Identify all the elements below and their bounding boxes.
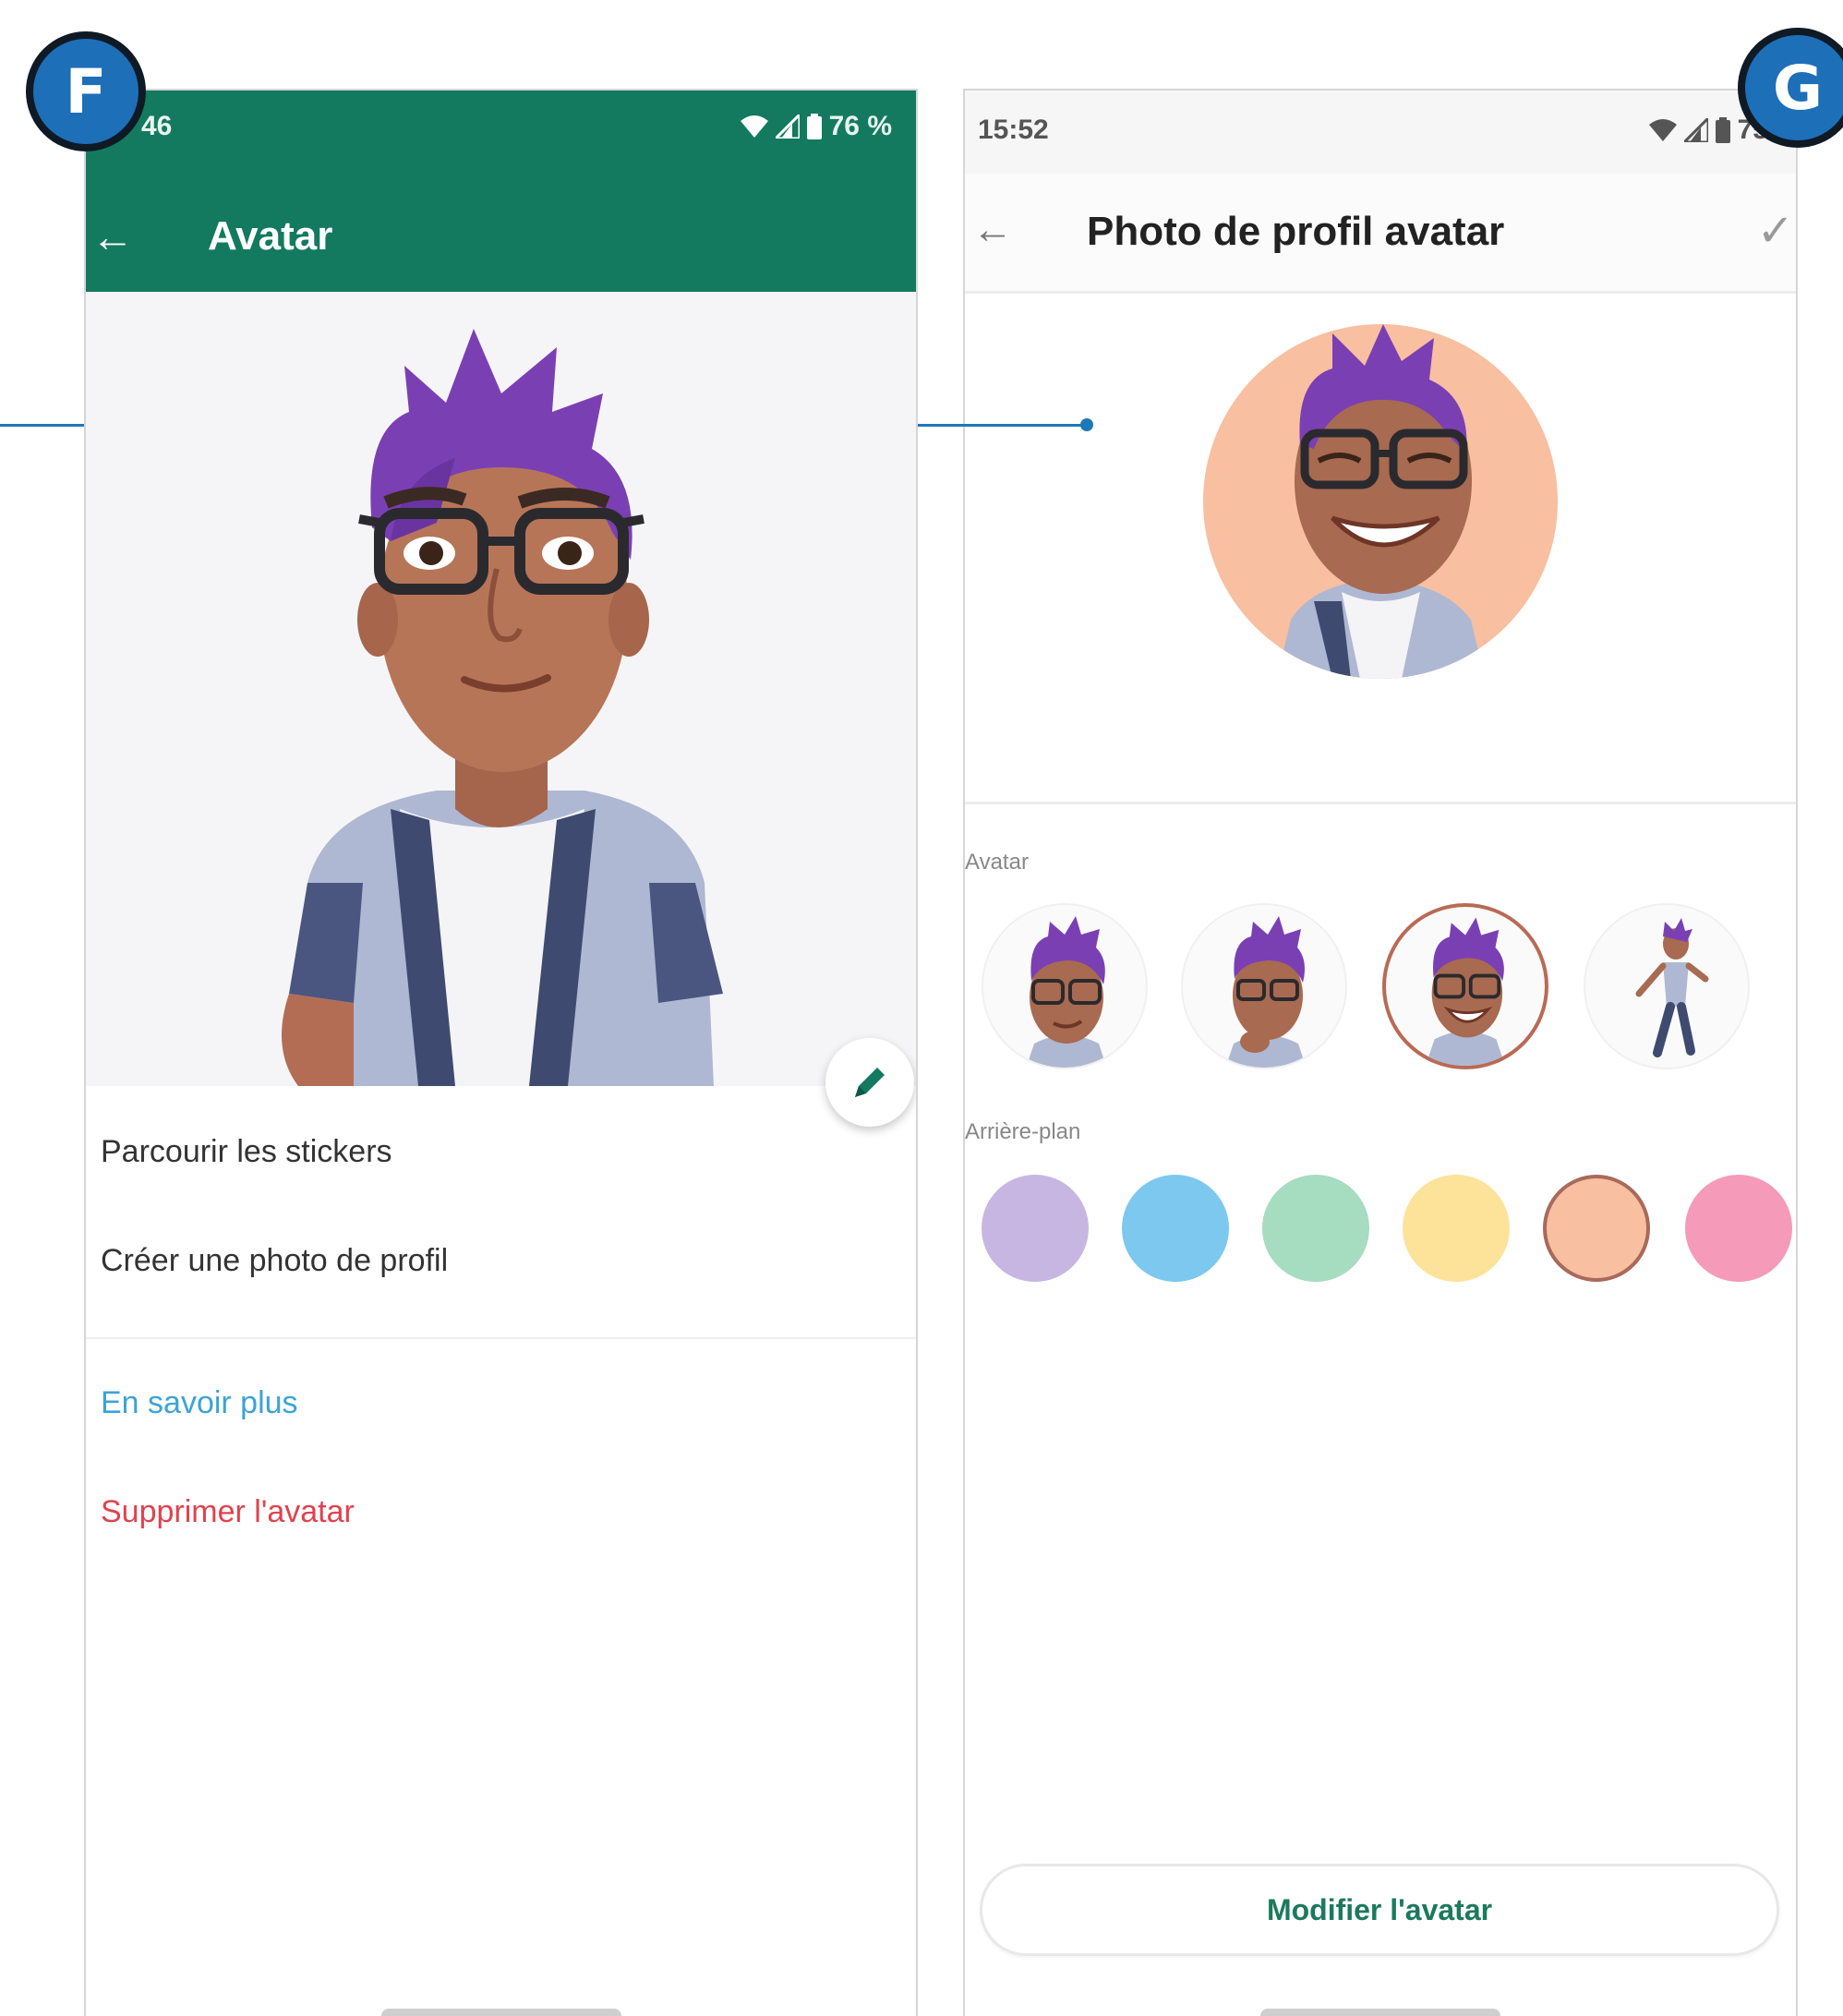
phone-screen-avatar: 46 76 % ← Avatar Parcourir les stickers … — [84, 89, 918, 2016]
avatar-pose-option[interactable] — [982, 903, 1148, 1069]
step-badge-f: F — [26, 31, 146, 151]
page-title: Photo de profil avatar — [1087, 209, 1505, 254]
gesture-nav-bar[interactable] — [1260, 2009, 1500, 2016]
preview-avatar-illustration — [1203, 324, 1558, 679]
menu-item-browse-stickers[interactable]: Parcourir les stickers — [101, 1134, 392, 1170]
avatar-pose-option[interactable] — [1181, 903, 1347, 1069]
avatar-pose-option[interactable] — [1584, 903, 1750, 1069]
background-color-swatch[interactable] — [1122, 1175, 1229, 1282]
avatar-pose-wink-thumbnail — [1026, 916, 1107, 1068]
gesture-nav-bar[interactable] — [381, 2009, 621, 2016]
wifi-icon — [1648, 119, 1677, 141]
avatar-pose-laughing-thumbnail — [1426, 917, 1505, 1066]
connector-line-middle — [918, 424, 1084, 427]
avatar-hero — [86, 292, 916, 1127]
step-badge-f-label: F — [65, 55, 107, 127]
connector-dot — [1080, 418, 1093, 431]
signal-icon — [775, 115, 800, 139]
connector-line-left — [0, 424, 84, 427]
delete-avatar-button[interactable]: Supprimer l'avatar — [101, 1494, 355, 1530]
battery-percent: 76 % — [828, 111, 892, 141]
preview-avatar-circle — [1203, 324, 1558, 679]
background-color-swatch[interactable] — [982, 1175, 1089, 1282]
toolbar: ← Photo de profil avatar ✓ — [965, 174, 1796, 294]
background-color-swatch[interactable] — [1685, 1175, 1792, 1282]
profile-photo-preview — [965, 296, 1796, 804]
battery-icon — [806, 114, 822, 139]
divider — [86, 1337, 916, 1339]
check-icon[interactable]: ✓ — [1757, 205, 1794, 257]
back-arrow-icon[interactable]: ← — [972, 207, 1013, 253]
avatar-pose-option-selected[interactable] — [1382, 903, 1548, 1069]
status-time: 46 — [141, 111, 173, 141]
section-label-background: Arrière-plan — [965, 1119, 1081, 1144]
battery-icon — [1715, 117, 1730, 143]
avatar-pose-thinking-thumbnail — [1225, 916, 1307, 1068]
toolbar: ← Avatar — [86, 209, 916, 264]
modify-avatar-button[interactable]: Modifier l'avatar — [980, 1864, 1779, 1956]
edit-avatar-button[interactable] — [825, 1038, 914, 1127]
status-bar: 15:52 75 — [965, 91, 1796, 174]
signal-icon — [1683, 118, 1708, 142]
wifi-icon — [740, 115, 768, 138]
avatar-illustration — [282, 329, 723, 1086]
background-color-swatch[interactable] — [1403, 1175, 1510, 1282]
page-title: Avatar — [208, 213, 333, 259]
link-learn-more[interactable]: En savoir plus — [101, 1385, 298, 1421]
back-arrow-icon[interactable]: ← — [91, 211, 134, 261]
background-color-swatch[interactable] — [1262, 1175, 1369, 1282]
app-bar: 46 76 % ← Avatar — [86, 91, 916, 292]
status-time: 15:52 — [978, 115, 1049, 145]
avatar-pose-dancing-thumbnail — [1635, 918, 1709, 1057]
section-label-avatar: Avatar — [965, 850, 1029, 875]
status-icons: 76 % — [740, 111, 892, 142]
pencil-icon — [855, 1068, 885, 1097]
phone-screen-avatar-profile-photo: 15:52 75 ← Photo de profil avatar ✓ Avat… — [963, 89, 1798, 2016]
background-color-swatch-selected[interactable] — [1543, 1175, 1650, 1282]
menu-item-create-profile-photo[interactable]: Créer une photo de profil — [101, 1243, 448, 1279]
step-badge-g-label: G — [1772, 52, 1824, 124]
